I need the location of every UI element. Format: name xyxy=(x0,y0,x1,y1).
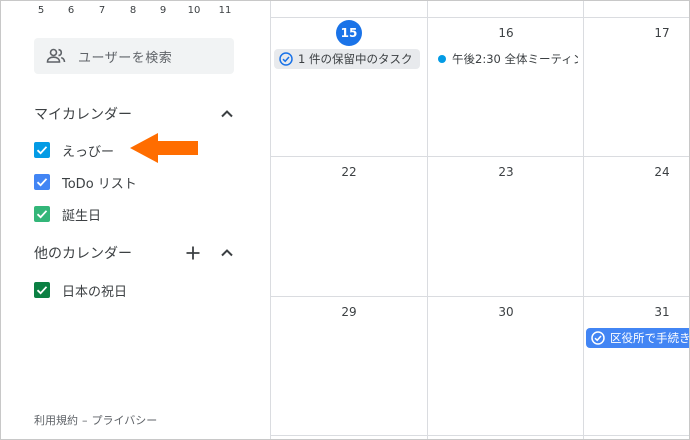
sidebar: 5 6 7 8 9 10 11 ユーザーを検索 マイカレンダー えっびー ToD… xyxy=(1,1,270,439)
grid-row-divider xyxy=(271,156,689,157)
collapse-my-calendars-button[interactable] xyxy=(215,102,239,126)
my-calendars-title: マイカレンダー xyxy=(34,107,132,123)
calendar-item-todo[interactable]: ToDo リスト xyxy=(34,170,234,194)
meeting-event[interactable]: 午後2:30 全体ミーティング xyxy=(430,49,578,69)
add-other-calendar-button[interactable] xyxy=(181,241,205,265)
other-calendars-title: 他のカレンダー xyxy=(34,246,132,262)
day-number[interactable]: 16 xyxy=(493,20,519,46)
people-icon xyxy=(46,46,66,66)
event-title: 1 件の保留中のタスク xyxy=(298,52,413,66)
orange-arrow-icon xyxy=(130,133,198,163)
calendar-item-japan-holidays[interactable]: 日本の祝日 xyxy=(34,278,234,302)
plus-icon xyxy=(186,246,200,260)
footer-links: 利用規約 – プライバシー xyxy=(34,412,157,428)
checkmark-icon xyxy=(36,286,48,295)
checkbox-japan-holidays[interactable] xyxy=(34,282,50,298)
other-calendars-header[interactable]: 他のカレンダー xyxy=(34,238,239,268)
task-ward-office-chip[interactable]: 区役所で手続き xyxy=(586,328,690,348)
month-grid: 15 16 17 1 件の保留中のタスク 午後2:30 全体ミーティング 22 … xyxy=(270,1,690,439)
day-number[interactable]: 17 xyxy=(649,20,675,46)
day-number[interactable]: 31 xyxy=(649,299,675,325)
mini-calendar-day[interactable]: 8 xyxy=(121,5,145,16)
calendar-item-birthdays[interactable]: 誕生日 xyxy=(34,202,234,226)
calendar-label: ToDo リスト xyxy=(62,176,137,192)
event-dot-icon xyxy=(438,55,446,63)
mini-calendar-day[interactable]: 7 xyxy=(90,5,114,16)
checkmark-icon xyxy=(36,146,48,155)
day-number[interactable]: 29 xyxy=(336,299,362,325)
privacy-link[interactable]: プライバシー xyxy=(92,412,158,428)
my-calendars-header[interactable]: マイカレンダー xyxy=(34,99,239,129)
day-number[interactable]: 22 xyxy=(336,159,362,185)
day-number[interactable]: 23 xyxy=(493,159,519,185)
my-calendars-actions xyxy=(215,102,239,126)
grid-row-divider xyxy=(271,17,689,18)
mini-calendar-day[interactable]: 6 xyxy=(59,5,83,16)
grid-column-divider xyxy=(583,1,584,439)
mini-calendar-day[interactable]: 5 xyxy=(29,5,53,16)
calendar-label: 誕生日 xyxy=(62,208,102,224)
grid-row-divider xyxy=(271,435,689,436)
calendar-label: 日本の祝日 xyxy=(62,284,128,300)
grid-column-divider xyxy=(427,1,428,439)
checkbox-birthdays[interactable] xyxy=(34,206,50,222)
checkmark-icon xyxy=(36,210,48,219)
mini-calendar-day[interactable]: 9 xyxy=(151,5,175,16)
mini-calendar-day[interactable]: 11 xyxy=(213,5,237,16)
task-check-circle-icon xyxy=(279,52,293,66)
other-calendars-actions xyxy=(181,241,239,265)
checkbox-ebi[interactable] xyxy=(34,142,50,158)
mini-calendar-day[interactable]: 10 xyxy=(182,5,206,16)
event-title: 午後2:30 全体ミーティング xyxy=(452,52,578,66)
mini-calendar-week-row: 5 6 7 8 9 10 11 xyxy=(1,1,270,21)
search-users-input[interactable]: ユーザーを検索 xyxy=(34,38,234,74)
grid-row-divider xyxy=(271,296,689,297)
checkmark-icon xyxy=(36,178,48,187)
chevron-up-icon xyxy=(221,110,233,118)
task-pending-chip[interactable]: 1 件の保留中のタスク xyxy=(274,49,420,69)
chevron-up-icon xyxy=(221,249,233,257)
checkbox-todo[interactable] xyxy=(34,174,50,190)
footer-separator: – xyxy=(82,413,88,427)
day-number[interactable]: 24 xyxy=(649,159,675,185)
search-placeholder: ユーザーを検索 xyxy=(78,50,173,66)
terms-link[interactable]: 利用規約 xyxy=(34,412,78,428)
task-check-circle-icon xyxy=(591,331,605,345)
calendar-window: 5 6 7 8 9 10 11 ユーザーを検索 マイカレンダー えっびー ToD… xyxy=(0,0,690,440)
collapse-other-calendars-button[interactable] xyxy=(215,241,239,265)
day-number[interactable]: 30 xyxy=(493,299,519,325)
event-title: 区役所で手続き xyxy=(610,331,690,345)
calendar-label: えっびー xyxy=(62,144,115,160)
day-number-today[interactable]: 15 xyxy=(336,20,362,46)
